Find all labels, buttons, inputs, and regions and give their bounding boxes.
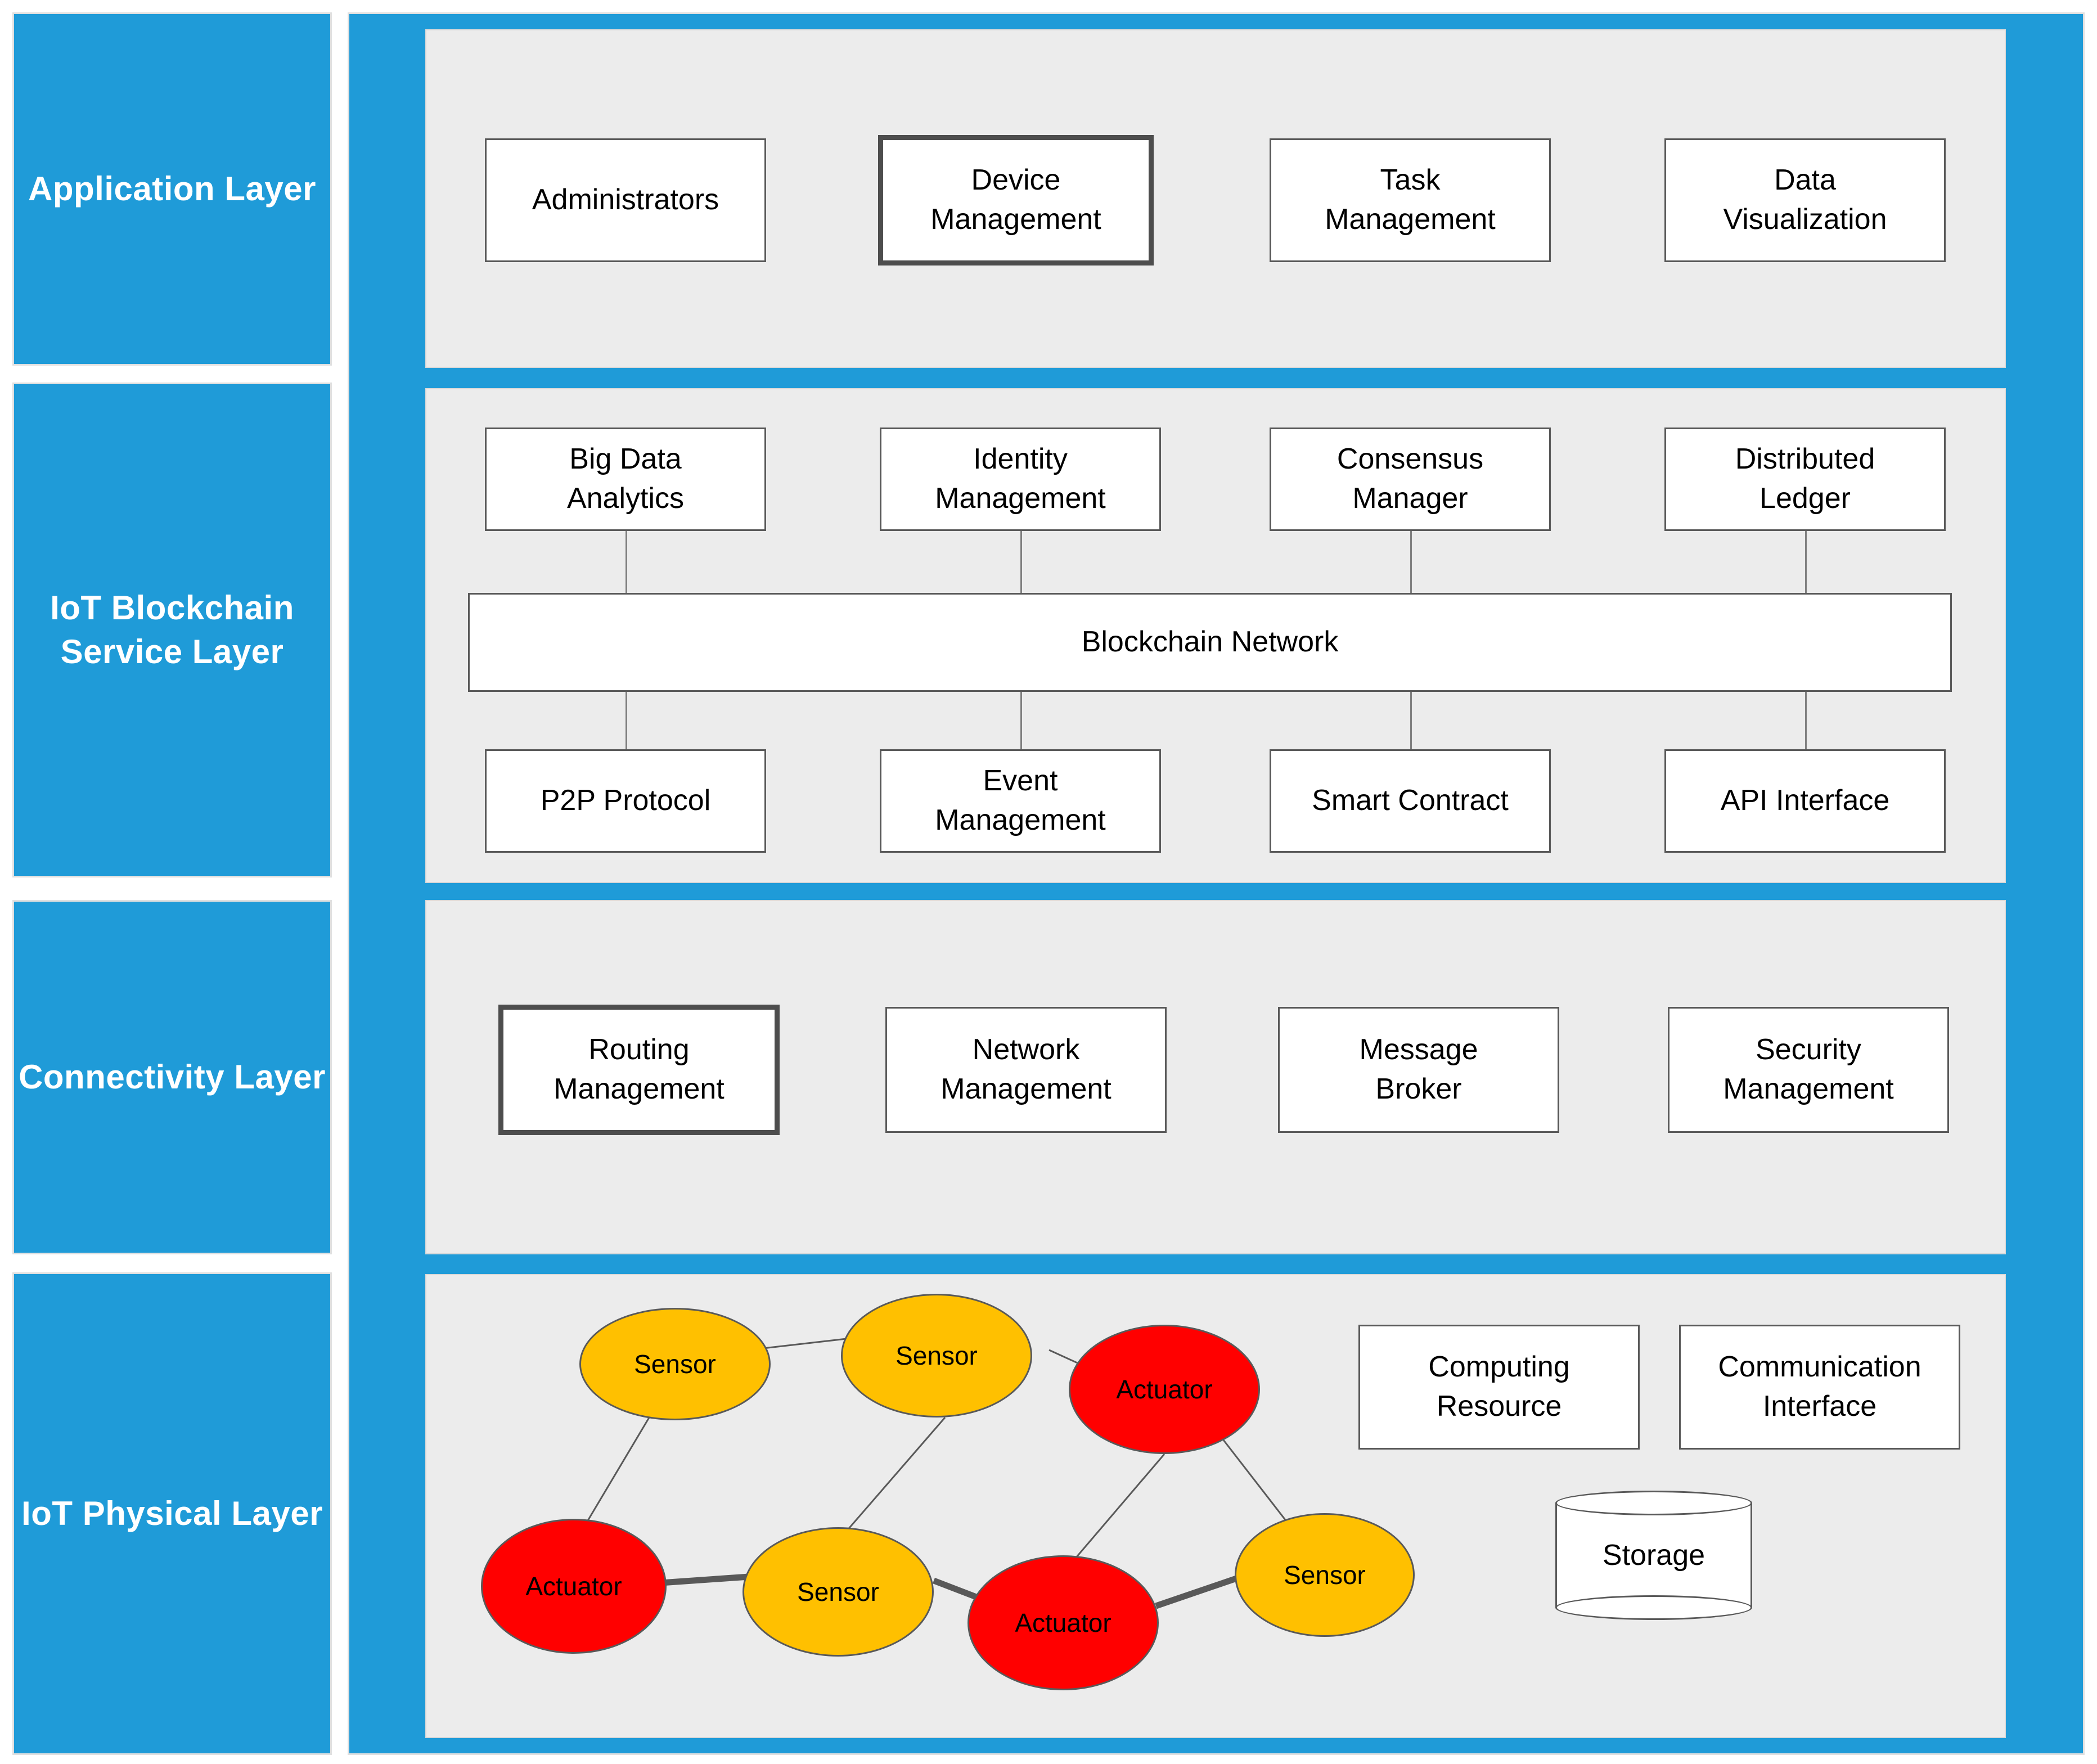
box-label: Identity Management (935, 443, 1106, 515)
phys-storage-cylinder[interactable]: Storage (1555, 1491, 1752, 1620)
connector-ledger-to-bus (1805, 531, 1807, 593)
svc-box-p2p-protocol[interactable]: P2P Protocol (485, 749, 766, 853)
svc-box-consensus-manager[interactable]: Consensus Manager (1270, 428, 1551, 531)
svc-box-smart-contract[interactable]: Smart Contract (1270, 749, 1551, 853)
layer-label-connectivity: Connectivity Layer (12, 900, 332, 1254)
mesh-node-sensor-3[interactable]: Sensor (742, 1527, 934, 1657)
app-box-administrators[interactable]: Administrators (485, 138, 766, 262)
layer-label-text: Connectivity Layer (19, 1058, 326, 1096)
layer-label-text: Application Layer (28, 170, 316, 208)
app-box-data-visualization[interactable]: Data Visualization (1664, 138, 1946, 262)
connector-analytics-to-bus (626, 531, 627, 593)
layer-label-application: Application Layer (12, 12, 332, 366)
connector-bus-to-p2p (626, 692, 627, 749)
connector-bus-to-api (1805, 692, 1807, 749)
svc-box-event-management[interactable]: Event Management (880, 749, 1161, 853)
box-label: Security Management (1723, 1033, 1894, 1105)
connector-consensus-to-bus (1410, 531, 1412, 593)
svc-bus-blockchain-network[interactable]: Blockchain Network (468, 593, 1952, 692)
node-label: Sensor (896, 1341, 978, 1370)
box-label: Data Visualization (1723, 164, 1887, 236)
svc-box-identity-management[interactable]: Identity Management (880, 428, 1161, 531)
svc-box-distributed-ledger[interactable]: Distributed Ledger (1664, 428, 1946, 531)
connector-identity-to-bus (1020, 531, 1022, 593)
node-label: Actuator (1015, 1608, 1112, 1637)
layer-label-iot-physical: IoT Physical Layer (12, 1272, 332, 1755)
layer-label-iot-blockchain-service: IoT Blockchain Service Layer (12, 382, 332, 878)
box-label: Administrators (532, 183, 719, 217)
box-label: Routing Management (554, 1033, 724, 1105)
phys-box-communication-interface[interactable]: Communication Interface (1679, 1325, 1960, 1450)
architecture-diagram: Application Layer IoT Blockchain Service… (0, 0, 2097, 1764)
svc-box-big-data-analytics[interactable]: Big Data Analytics (485, 428, 766, 531)
node-label: Actuator (1116, 1375, 1213, 1404)
box-label: Consensus Manager (1336, 443, 1484, 515)
mesh-node-sensor-4[interactable]: Sensor (1235, 1513, 1415, 1637)
box-label: Big Data Analytics (566, 443, 685, 515)
storage-label: Storage (1602, 1539, 1706, 1572)
box-label: P2P Protocol (540, 784, 711, 817)
app-box-device-management[interactable]: Device Management (878, 135, 1154, 266)
mesh-node-actuator-1[interactable]: Actuator (1069, 1325, 1260, 1454)
conn-box-network-management[interactable]: Network Management (885, 1007, 1167, 1133)
node-label: Sensor (1284, 1560, 1366, 1590)
box-label: API Interface (1720, 784, 1890, 817)
mesh-node-sensor-2[interactable]: Sensor (841, 1294, 1032, 1418)
box-label: Event Management (935, 764, 1106, 836)
box-label: Network Management (940, 1033, 1112, 1105)
box-label: Communication Interface (1718, 1351, 1922, 1423)
box-label: Device Management (930, 164, 1101, 236)
connector-bus-to-smart-contract (1410, 692, 1412, 749)
box-label: Blockchain Network (1081, 626, 1339, 659)
cylinder-top-ellipse (1555, 1491, 1752, 1515)
node-label: Sensor (797, 1577, 879, 1606)
conn-box-security-management[interactable]: Security Management (1668, 1007, 1949, 1133)
mesh-node-actuator-2[interactable]: Actuator (481, 1519, 667, 1654)
box-label: Task Management (1325, 164, 1496, 236)
mesh-node-actuator-3[interactable]: Actuator (968, 1555, 1159, 1690)
phys-box-computing-resource[interactable]: Computing Resource (1358, 1325, 1640, 1450)
layer-label-text: IoT Blockchain Service Layer (50, 589, 294, 670)
box-label: Distributed Ledger (1735, 443, 1875, 515)
mesh-node-sensor-1[interactable]: Sensor (579, 1308, 771, 1420)
cylinder-bottom-ellipse (1555, 1595, 1752, 1620)
connector-bus-to-event (1020, 692, 1022, 749)
node-label: Sensor (634, 1349, 716, 1379)
node-label: Actuator (525, 1572, 622, 1601)
box-label: Message Broker (1359, 1033, 1478, 1105)
conn-box-message-broker[interactable]: Message Broker (1278, 1007, 1559, 1133)
box-label: Smart Contract (1312, 784, 1509, 817)
layer-label-text: IoT Physical Layer (21, 1495, 323, 1532)
conn-box-routing-management[interactable]: Routing Management (498, 1005, 780, 1135)
app-box-task-management[interactable]: Task Management (1270, 138, 1551, 262)
box-label: Computing Resource (1428, 1351, 1570, 1423)
svc-box-api-interface[interactable]: API Interface (1664, 749, 1946, 853)
